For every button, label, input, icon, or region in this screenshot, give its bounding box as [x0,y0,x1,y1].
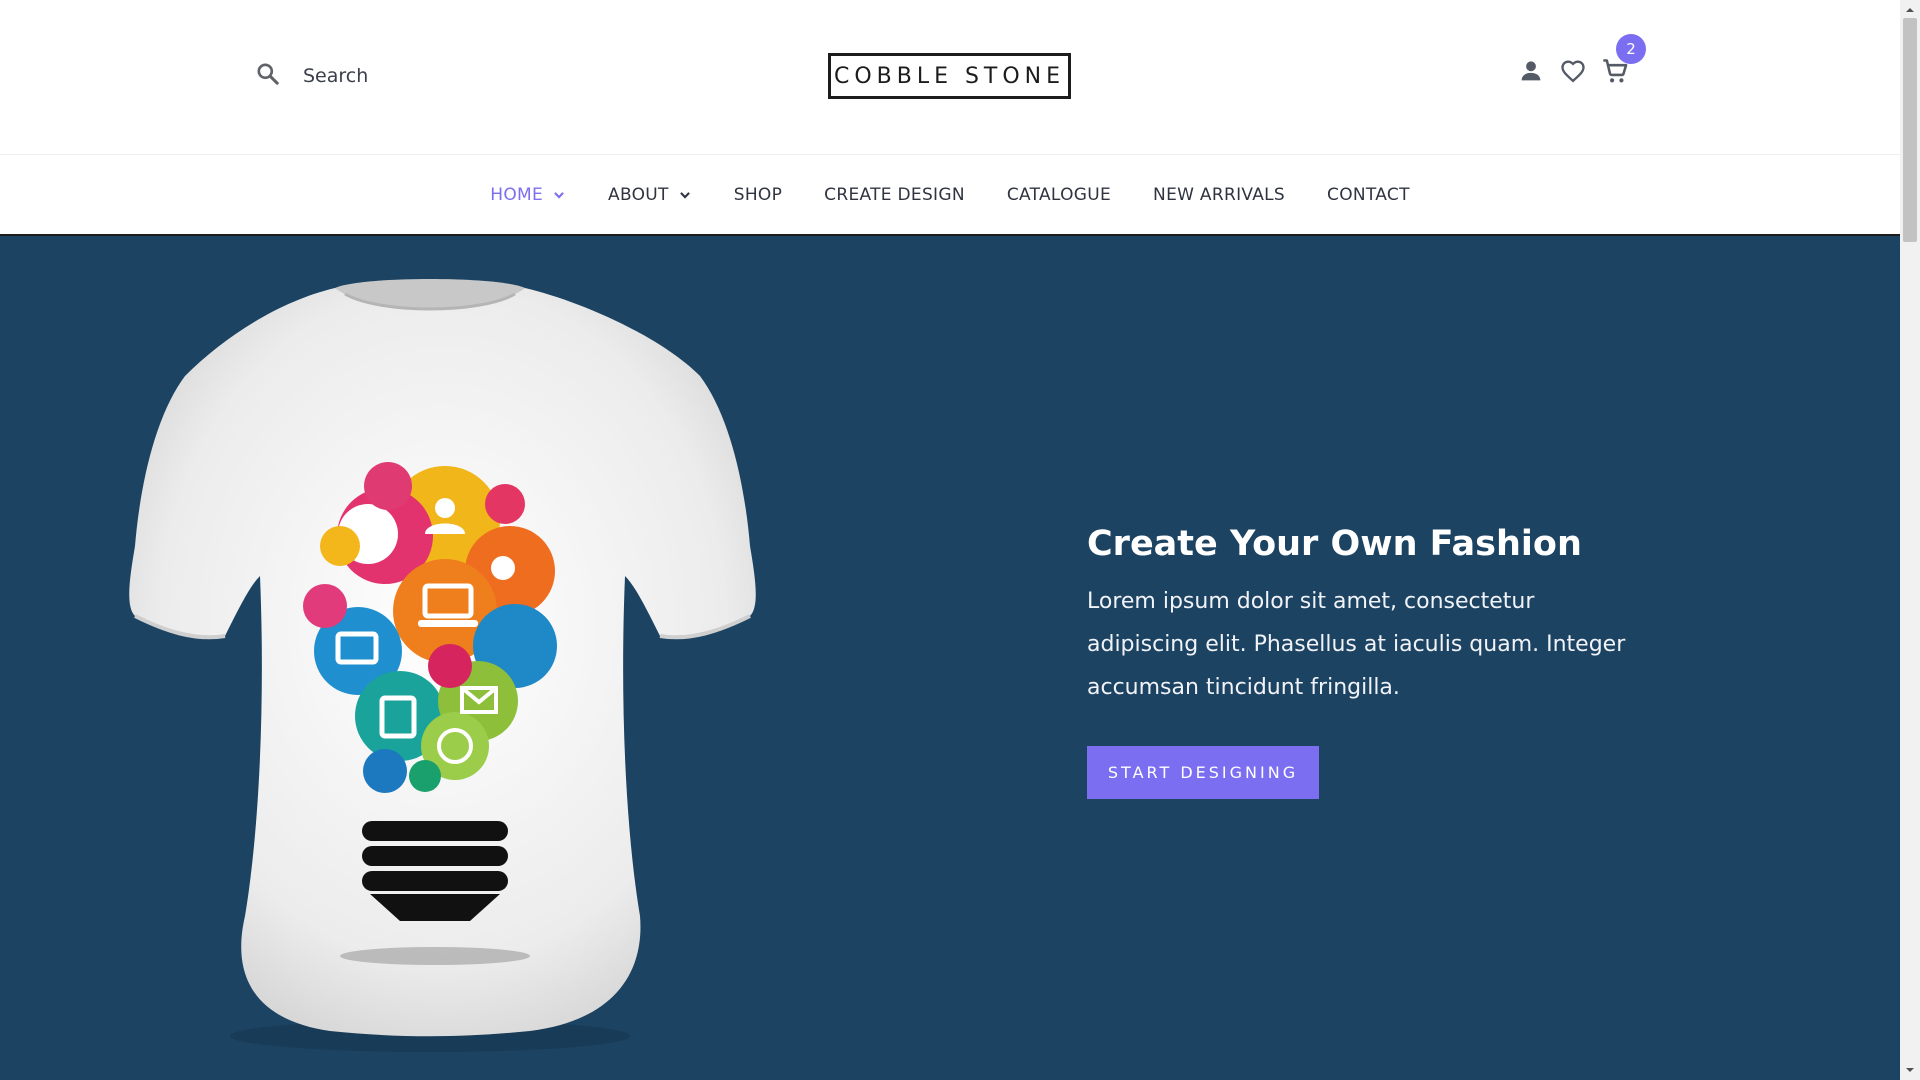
hero-banner: Create Your Own Fashion Lorem ipsum dolo… [0,236,1900,1080]
nav-item-home[interactable]: HOME [490,185,566,205]
tshirt-lightbulb-image [129,279,756,1052]
nav-item-label: CREATE DESIGN [824,184,965,205]
nav-item-shop[interactable]: SHOP [734,185,782,205]
scroll-thumb[interactable] [1903,18,1917,242]
heart-icon [1561,60,1585,83]
user-icon [1521,61,1541,81]
page-scrollbar[interactable] [1900,0,1920,1080]
header-actions: 2 [1516,34,1646,86]
nav-item-label: HOME [490,184,544,205]
cart-count-badge: 2 [1616,34,1646,64]
nav-item-about[interactable]: ABOUT [608,185,692,205]
top-header: COBBLE STONE 2 [0,0,1900,155]
nav-item-create-design[interactable]: CREATE DESIGN [824,185,965,205]
cart-button[interactable]: 2 [1600,34,1646,86]
nav-item-label: SHOP [733,184,783,205]
scroll-up-icon[interactable] [1904,4,1916,16]
nav-item-catalogue[interactable]: CATALOGUE [1007,185,1111,205]
start-designing-button[interactable]: START DESIGNING [1087,746,1319,799]
scroll-down-icon[interactable] [1904,1064,1916,1076]
site-logo[interactable]: COBBLE STONE [828,53,1071,99]
nav-item-new-arrivals[interactable]: NEW ARRIVALS [1153,185,1285,205]
hero-text: Create Your Own Fashion Lorem ipsum dolo… [1087,522,1647,799]
nav-item-label: ABOUT [608,184,669,205]
search-icon[interactable] [255,61,281,92]
nav-item-contact[interactable]: CONTACT [1327,185,1410,205]
hero-title: Create Your Own Fashion [1087,524,1582,564]
wishlist-button[interactable] [1558,56,1588,86]
chevron-down-icon [679,191,690,199]
chevron-down-icon [554,191,564,199]
main-nav: HOME ABOUT SHOP CREATE DESIGN CATALOGUE … [0,155,1900,236]
nav-item-label: NEW ARRIVALS [1153,184,1286,205]
search-box [255,60,545,92]
hero-description: Lorem ipsum dolor sit amet, consectetur … [1087,589,1626,700]
search-input[interactable] [301,64,545,88]
nav-item-label: CONTACT [1327,184,1410,205]
nav-item-label: CATALOGUE [1006,184,1112,205]
account-button[interactable] [1516,56,1546,86]
